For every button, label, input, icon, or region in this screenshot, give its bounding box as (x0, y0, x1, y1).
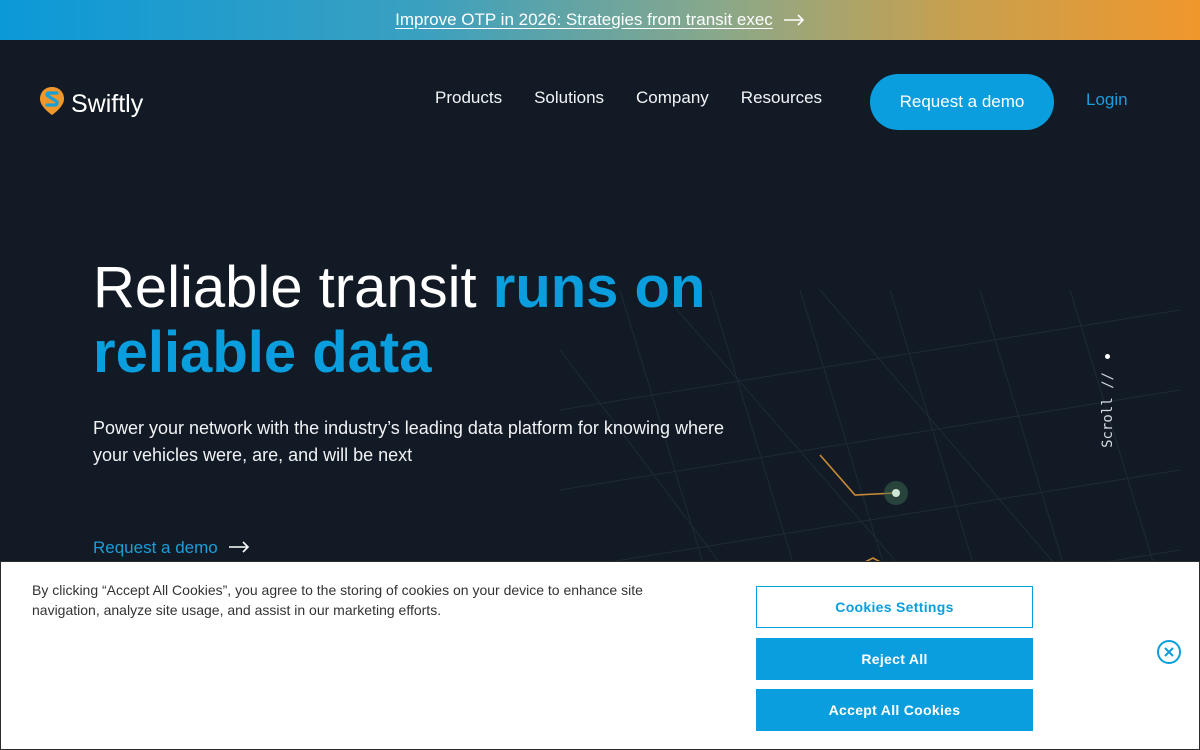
logo-text: Swiftly (71, 90, 144, 118)
request-demo-button[interactable]: Request a demo (870, 74, 1054, 130)
headline-accent-1: runs on (492, 255, 706, 320)
hero-subtext: Power your network with the industry’s l… (93, 418, 724, 465)
scroll-dot-icon (1105, 354, 1110, 359)
close-icon[interactable] (1157, 640, 1181, 664)
nav-item-solutions[interactable]: Solutions (534, 88, 604, 108)
cookies-settings-button[interactable]: Cookies Settings (756, 586, 1033, 628)
nav-item-resources[interactable]: Resources (741, 88, 822, 108)
scroll-indicator[interactable]: Scroll // (1098, 350, 1118, 460)
swiftly-pin-icon (39, 86, 65, 123)
arrow-right-icon (228, 538, 250, 558)
accept-all-cookies-button[interactable]: Accept All Cookies (756, 689, 1033, 731)
hero-request-demo-link[interactable]: Request a demo (93, 538, 250, 558)
scroll-label: Scroll // (1100, 372, 1116, 448)
hero-cta-label: Request a demo (93, 538, 218, 557)
announcement-bar: Improve OTP in 2026: Strategies from tra… (0, 0, 1200, 40)
reject-all-button[interactable]: Reject All (756, 638, 1033, 680)
nav-item-company[interactable]: Company (636, 88, 709, 108)
main-nav: Products Solutions Company Resources (435, 88, 822, 108)
cookie-banner: By clicking “Accept All Cookies”, you ag… (0, 561, 1200, 750)
headline-plain: Reliable transit (93, 255, 493, 320)
announcement-link[interactable]: Improve OTP in 2026: Strategies from tra… (395, 10, 773, 30)
swiftly-logo[interactable]: Swiftly (39, 86, 143, 123)
nav-item-products[interactable]: Products (435, 88, 502, 108)
login-link[interactable]: Login (1086, 90, 1128, 110)
headline-accent-2: reliable data (93, 320, 432, 385)
arrow-right-icon[interactable] (783, 14, 805, 26)
cookie-text: By clicking “Accept All Cookies”, you ag… (32, 582, 643, 618)
route-line-1 (819, 454, 896, 496)
hero-headline: Reliable transit runs on reliable data (93, 255, 793, 385)
